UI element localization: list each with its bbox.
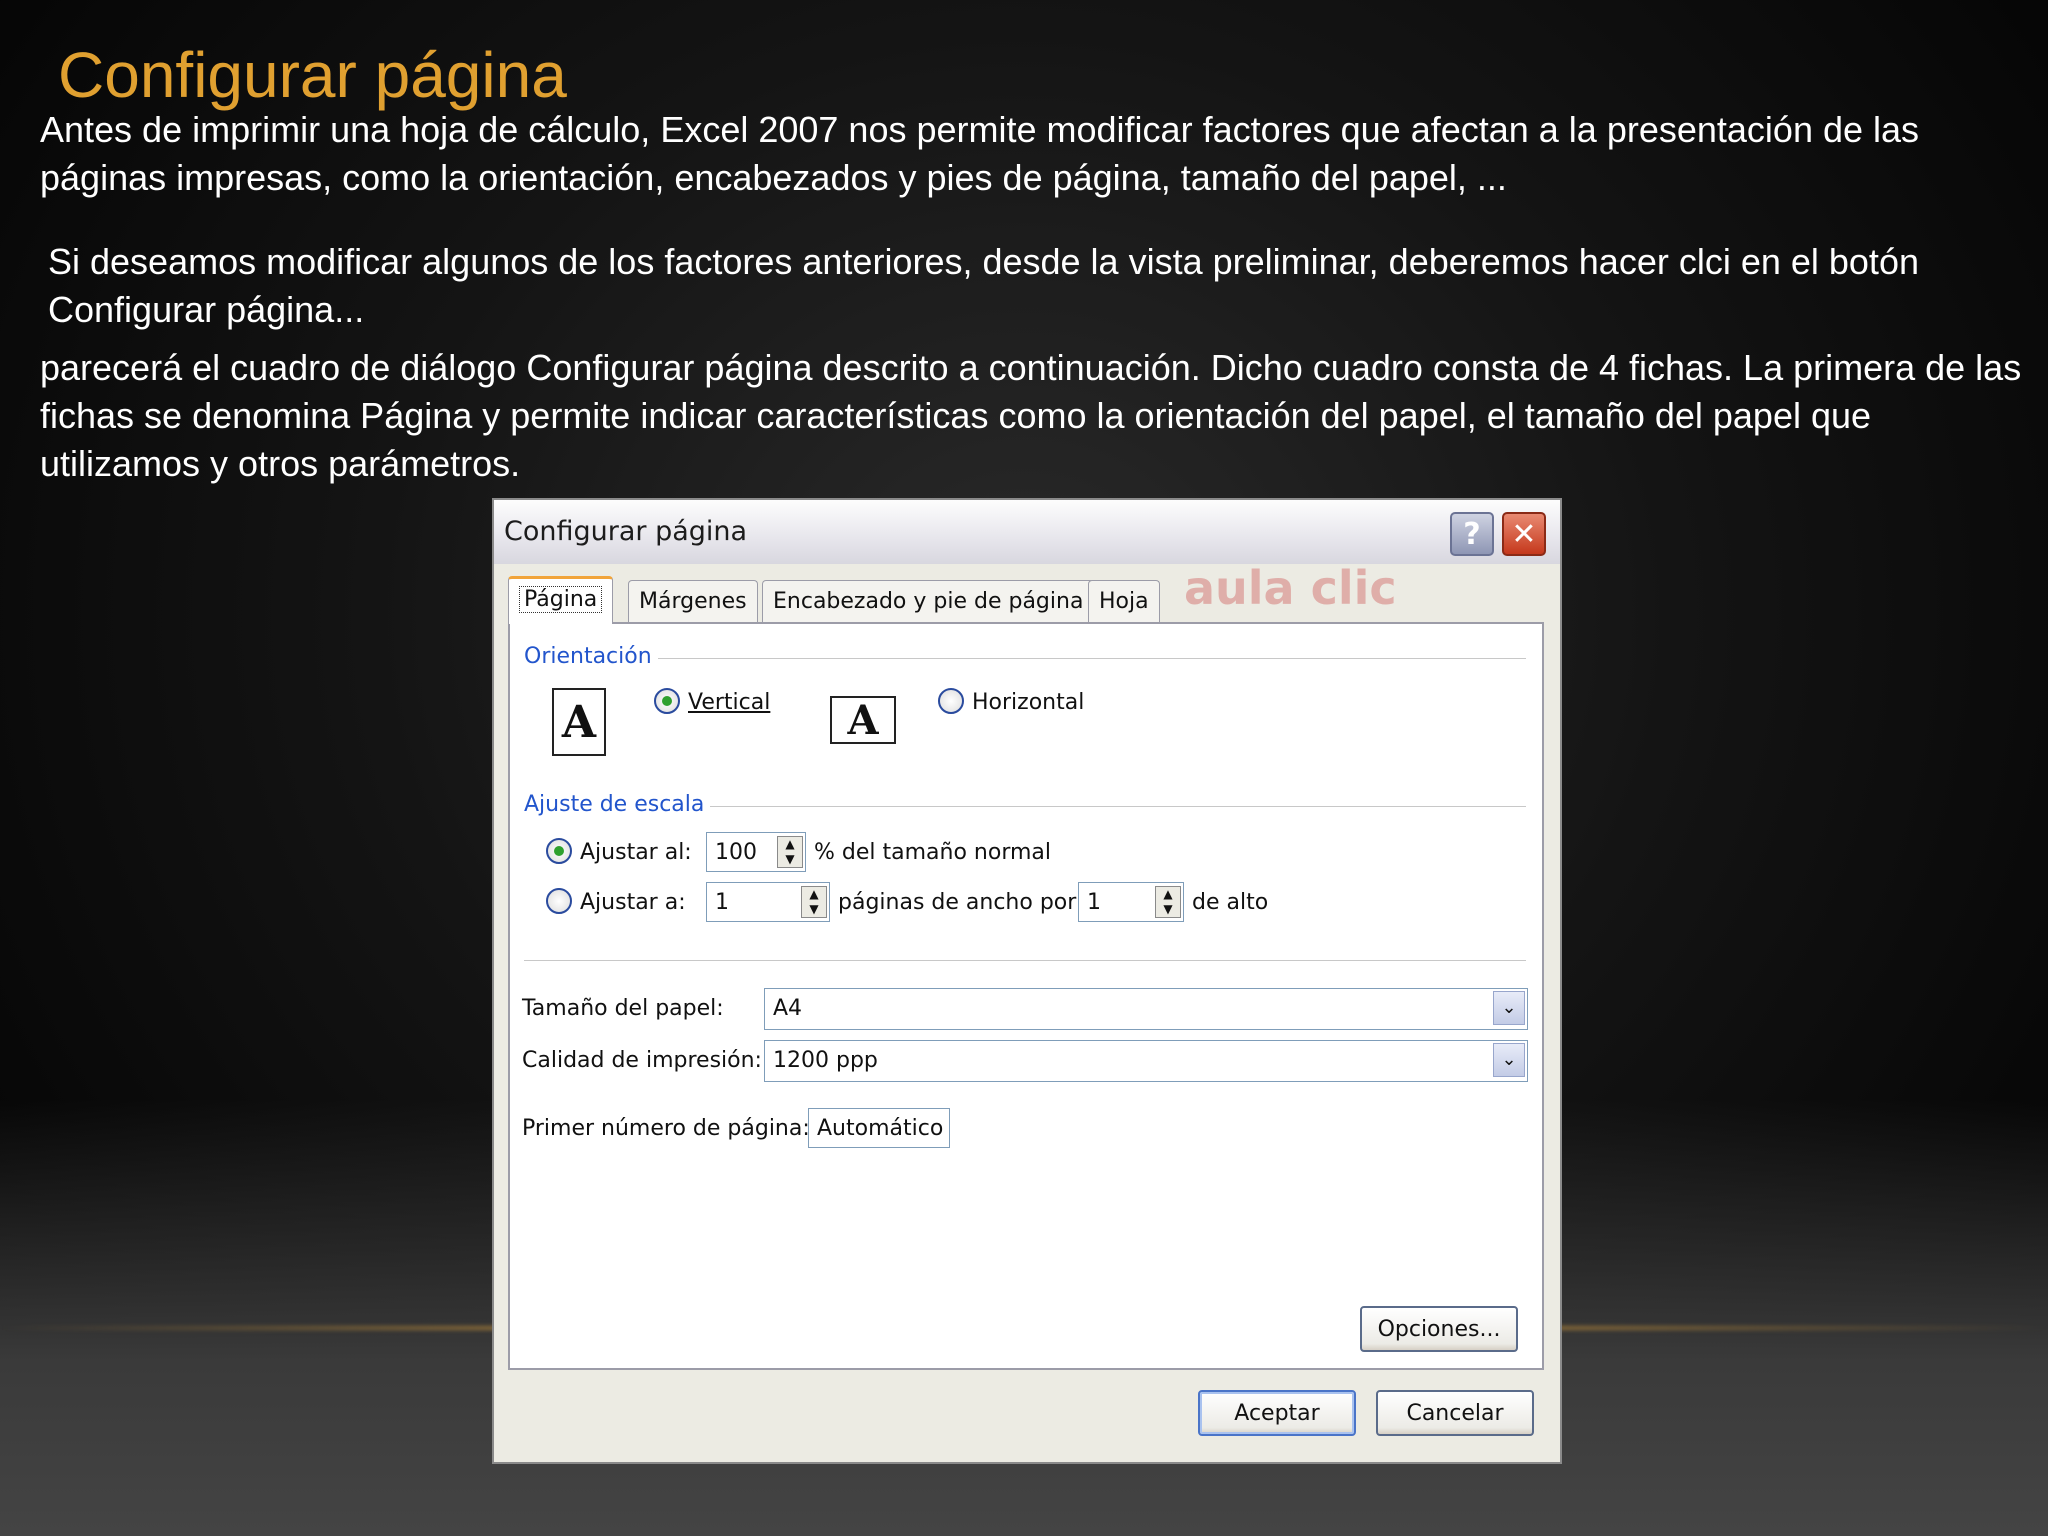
close-button[interactable]: ✕ [1502,512,1546,556]
adjust-to-value: 100 [715,840,757,865]
tab-encabezado[interactable]: Encabezado y pie de página [762,580,1095,622]
cancel-button[interactable]: Cancelar [1376,1390,1534,1436]
fit-wide-suffix: páginas de ancho por [838,890,1077,915]
fit-tall-suffix: de alto [1192,890,1269,915]
paper-size-label: Tamaño del papel: [522,996,724,1021]
tab-panel: Orientación A Vertical A Horizontal Ajus… [508,622,1544,1370]
dialog-title: Configurar página [504,516,748,547]
first-page-number-label: Primer número de página: [522,1116,810,1141]
vertical-label-text: Vertical [688,690,771,715]
adjust-to-label: Ajustar al: [580,840,692,865]
print-quality-value: 1200 ppp [773,1048,878,1073]
group-divider [650,658,1526,659]
spin-arrows-icon[interactable]: ▲ ▼ [801,886,827,918]
scaling-group-label: Ajuste de escala [524,792,711,817]
paper-size-value: A4 [773,996,803,1021]
instruction-paragraph: Si deseamos modificar algunos de los fac… [48,241,1919,330]
description-paragraph: parecerá el cuadro de diálogo Configurar… [40,347,2022,484]
help-button[interactable]: ? [1450,512,1494,556]
fit-wide-value: 1 [715,890,729,915]
tab-margenes[interactable]: Márgenes [628,580,758,622]
portrait-page-icon: A [552,688,606,756]
options-button[interactable]: Opciones... [1360,1306,1518,1352]
fit-tall-value: 1 [1087,890,1101,915]
first-page-number-input[interactable]: Automático [808,1108,950,1148]
ok-button[interactable]: Aceptar [1198,1390,1356,1436]
tab-hoja[interactable]: Hoja [1088,580,1160,622]
aulaclic-watermark-logo: aula clic [1184,561,1397,615]
group-divider [706,806,1526,807]
fit-tall-stepper[interactable]: 1 ▲ ▼ [1078,882,1184,922]
vertical-label: Vertical [688,690,770,715]
vertical-radio[interactable] [654,688,680,714]
horizontal-label: Horizontal [972,690,1085,715]
adjust-to-suffix: % del tamaño normal [814,840,1052,865]
paper-size-select[interactable]: A4 ⌄ [764,988,1528,1030]
fit-to-label: Ajustar a: [580,890,686,915]
page-setup-dialog: Configurar página ? ✕ aula clic Página M… [492,498,1562,1464]
orientation-group-label: Orientación [524,644,658,669]
horizontal-radio[interactable] [938,688,964,714]
dialog-titlebar: Configurar página ? ✕ [494,500,1560,564]
adjust-to-stepper[interactable]: 100 ▲ ▼ [706,832,806,872]
intro-paragraph: Antes de imprimir una hoja de cálculo, E… [40,109,1920,198]
section-divider [524,960,1526,961]
spin-arrows-icon[interactable]: ▲ ▼ [1155,886,1181,918]
print-quality-label: Calidad de impresión: [522,1048,762,1073]
fit-wide-stepper[interactable]: 1 ▲ ▼ [706,882,830,922]
spin-arrows-icon[interactable]: ▲ ▼ [777,836,803,868]
fit-to-radio[interactable] [546,888,572,914]
tab-pagina[interactable]: Página [508,576,614,624]
slide-title: Configurar página [58,39,567,111]
tab-label: Página [519,586,603,613]
chevron-down-icon[interactable]: ⌄ [1493,991,1525,1025]
landscape-page-icon: A [830,696,896,744]
chevron-down-icon[interactable]: ⌄ [1493,1043,1525,1077]
adjust-to-radio[interactable] [546,838,572,864]
print-quality-select[interactable]: 1200 ppp ⌄ [764,1040,1528,1082]
